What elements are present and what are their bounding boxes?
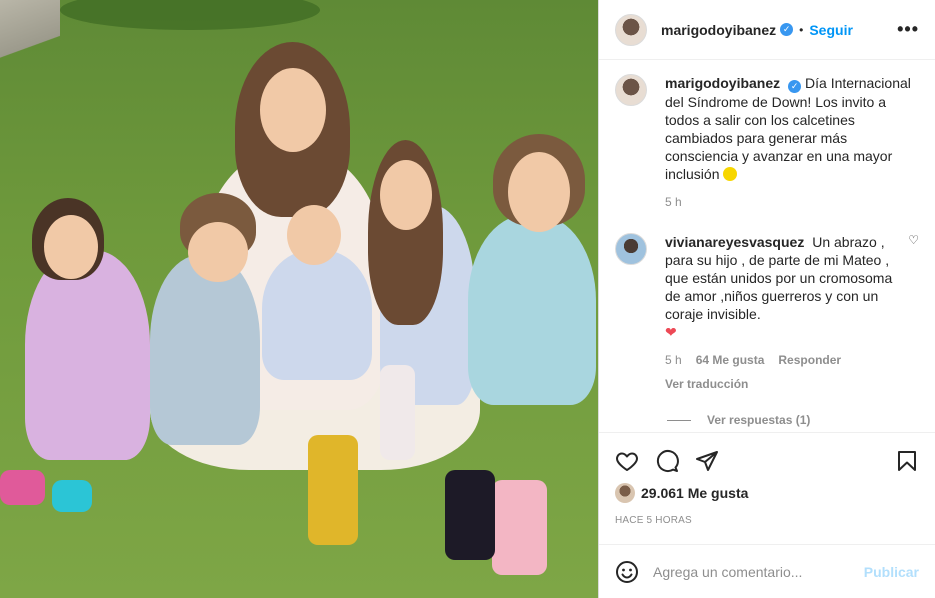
photo-child-1-face: [44, 215, 98, 279]
photo-child-2: [150, 255, 260, 445]
comment-composer: Publicar: [599, 544, 935, 598]
photo-mother-face: [260, 68, 326, 152]
caption-avatar[interactable]: [615, 74, 647, 106]
photo-shoe-teal: [52, 480, 92, 512]
caption-text: Día Internacional del Síndrome de Down! …: [665, 75, 911, 182]
comment-like-heart-icon[interactable]: ♡: [908, 233, 919, 393]
liker-avatar: [615, 483, 635, 503]
photo-sock-pink: [492, 480, 547, 575]
separator-dot: •: [799, 22, 804, 37]
caption-body: marigodoyibanez ✓ Día Internacional del S…: [665, 74, 919, 211]
translate-link[interactable]: Ver traducción: [665, 375, 900, 393]
post-side-panel: marigodoyibanez ✓ • Seguir ••• marigodoy…: [598, 0, 935, 598]
photo-shoe-pink: [0, 470, 45, 505]
likes-row[interactable]: 29.061 Me gusta: [615, 483, 919, 503]
heart-icon[interactable]: [615, 449, 639, 473]
publish-button[interactable]: Publicar: [864, 564, 919, 580]
comment-body: vivianareyesvasquez Un abrazo , para su …: [665, 233, 900, 393]
photo-sock-black: [445, 470, 495, 560]
photo-bushes: [60, 0, 320, 30]
comment-item: vivianareyesvasquez Un abrazo , para su …: [615, 233, 919, 393]
photo-child-2-face: [188, 222, 248, 282]
author-avatar[interactable]: [615, 13, 647, 46]
comment-icon[interactable]: [655, 449, 679, 473]
caption: marigodoyibanez ✓ Día Internacional del S…: [615, 74, 919, 211]
photo-sock-yellow: [308, 435, 358, 545]
comment-meta: 5 h 64 Me gusta Responder: [665, 351, 900, 369]
author-username[interactable]: marigodoyibanez: [661, 22, 776, 38]
verified-badge-icon: ✓: [780, 23, 794, 36]
photo-baby: [262, 250, 372, 380]
replies-divider: [667, 419, 691, 421]
verified-badge-icon: ✓: [788, 80, 802, 93]
photo-child-1: [25, 250, 150, 460]
post-header: marigodoyibanez ✓ • Seguir •••: [599, 0, 935, 60]
follow-button[interactable]: Seguir: [809, 22, 853, 38]
red-heart-emoji: ❤: [665, 324, 677, 340]
bookmark-icon[interactable]: [895, 449, 919, 473]
post-timestamp[interactable]: HACE 5 HORAS: [615, 515, 919, 526]
instagram-post: marigodoyibanez ✓ • Seguir ••• marigodoy…: [0, 0, 935, 598]
actions-section: 29.061 Me gusta HACE 5 HORAS: [599, 432, 935, 544]
post-photo[interactable]: [0, 0, 598, 598]
caption-time[interactable]: 5 h: [665, 193, 682, 211]
more-options-icon[interactable]: •••: [897, 19, 919, 40]
comments-section[interactable]: marigodoyibanez ✓ Día Internacional del S…: [599, 60, 935, 432]
photo-child-4: [468, 215, 596, 405]
commenter-avatar[interactable]: [615, 233, 647, 265]
photo-path: [0, 0, 60, 60]
photo-child-3-face: [380, 160, 432, 230]
view-replies-label[interactable]: Ver respuestas (1): [707, 413, 810, 427]
photo-baby-face: [287, 205, 341, 265]
comment-input[interactable]: [653, 563, 864, 580]
commenter-username[interactable]: vivianareyesvasquez: [665, 234, 804, 250]
comment-time[interactable]: 5 h: [665, 351, 682, 369]
caption-meta: 5 h: [665, 193, 919, 211]
caption-username[interactable]: marigodoyibanez: [665, 75, 780, 91]
yellow-heart-emoji: [723, 167, 738, 181]
likes-count[interactable]: 29.061 Me gusta: [641, 485, 748, 501]
share-icon[interactable]: [695, 449, 719, 473]
view-replies[interactable]: Ver respuestas (1): [667, 413, 919, 427]
photo-sock-stripes: [380, 365, 415, 460]
action-icons: [615, 441, 919, 481]
reply-button[interactable]: Responder: [778, 351, 841, 369]
emoji-icon[interactable]: [615, 560, 639, 584]
photo-child-4-face: [508, 152, 570, 232]
comment-likes[interactable]: 64 Me gusta: [696, 351, 765, 369]
